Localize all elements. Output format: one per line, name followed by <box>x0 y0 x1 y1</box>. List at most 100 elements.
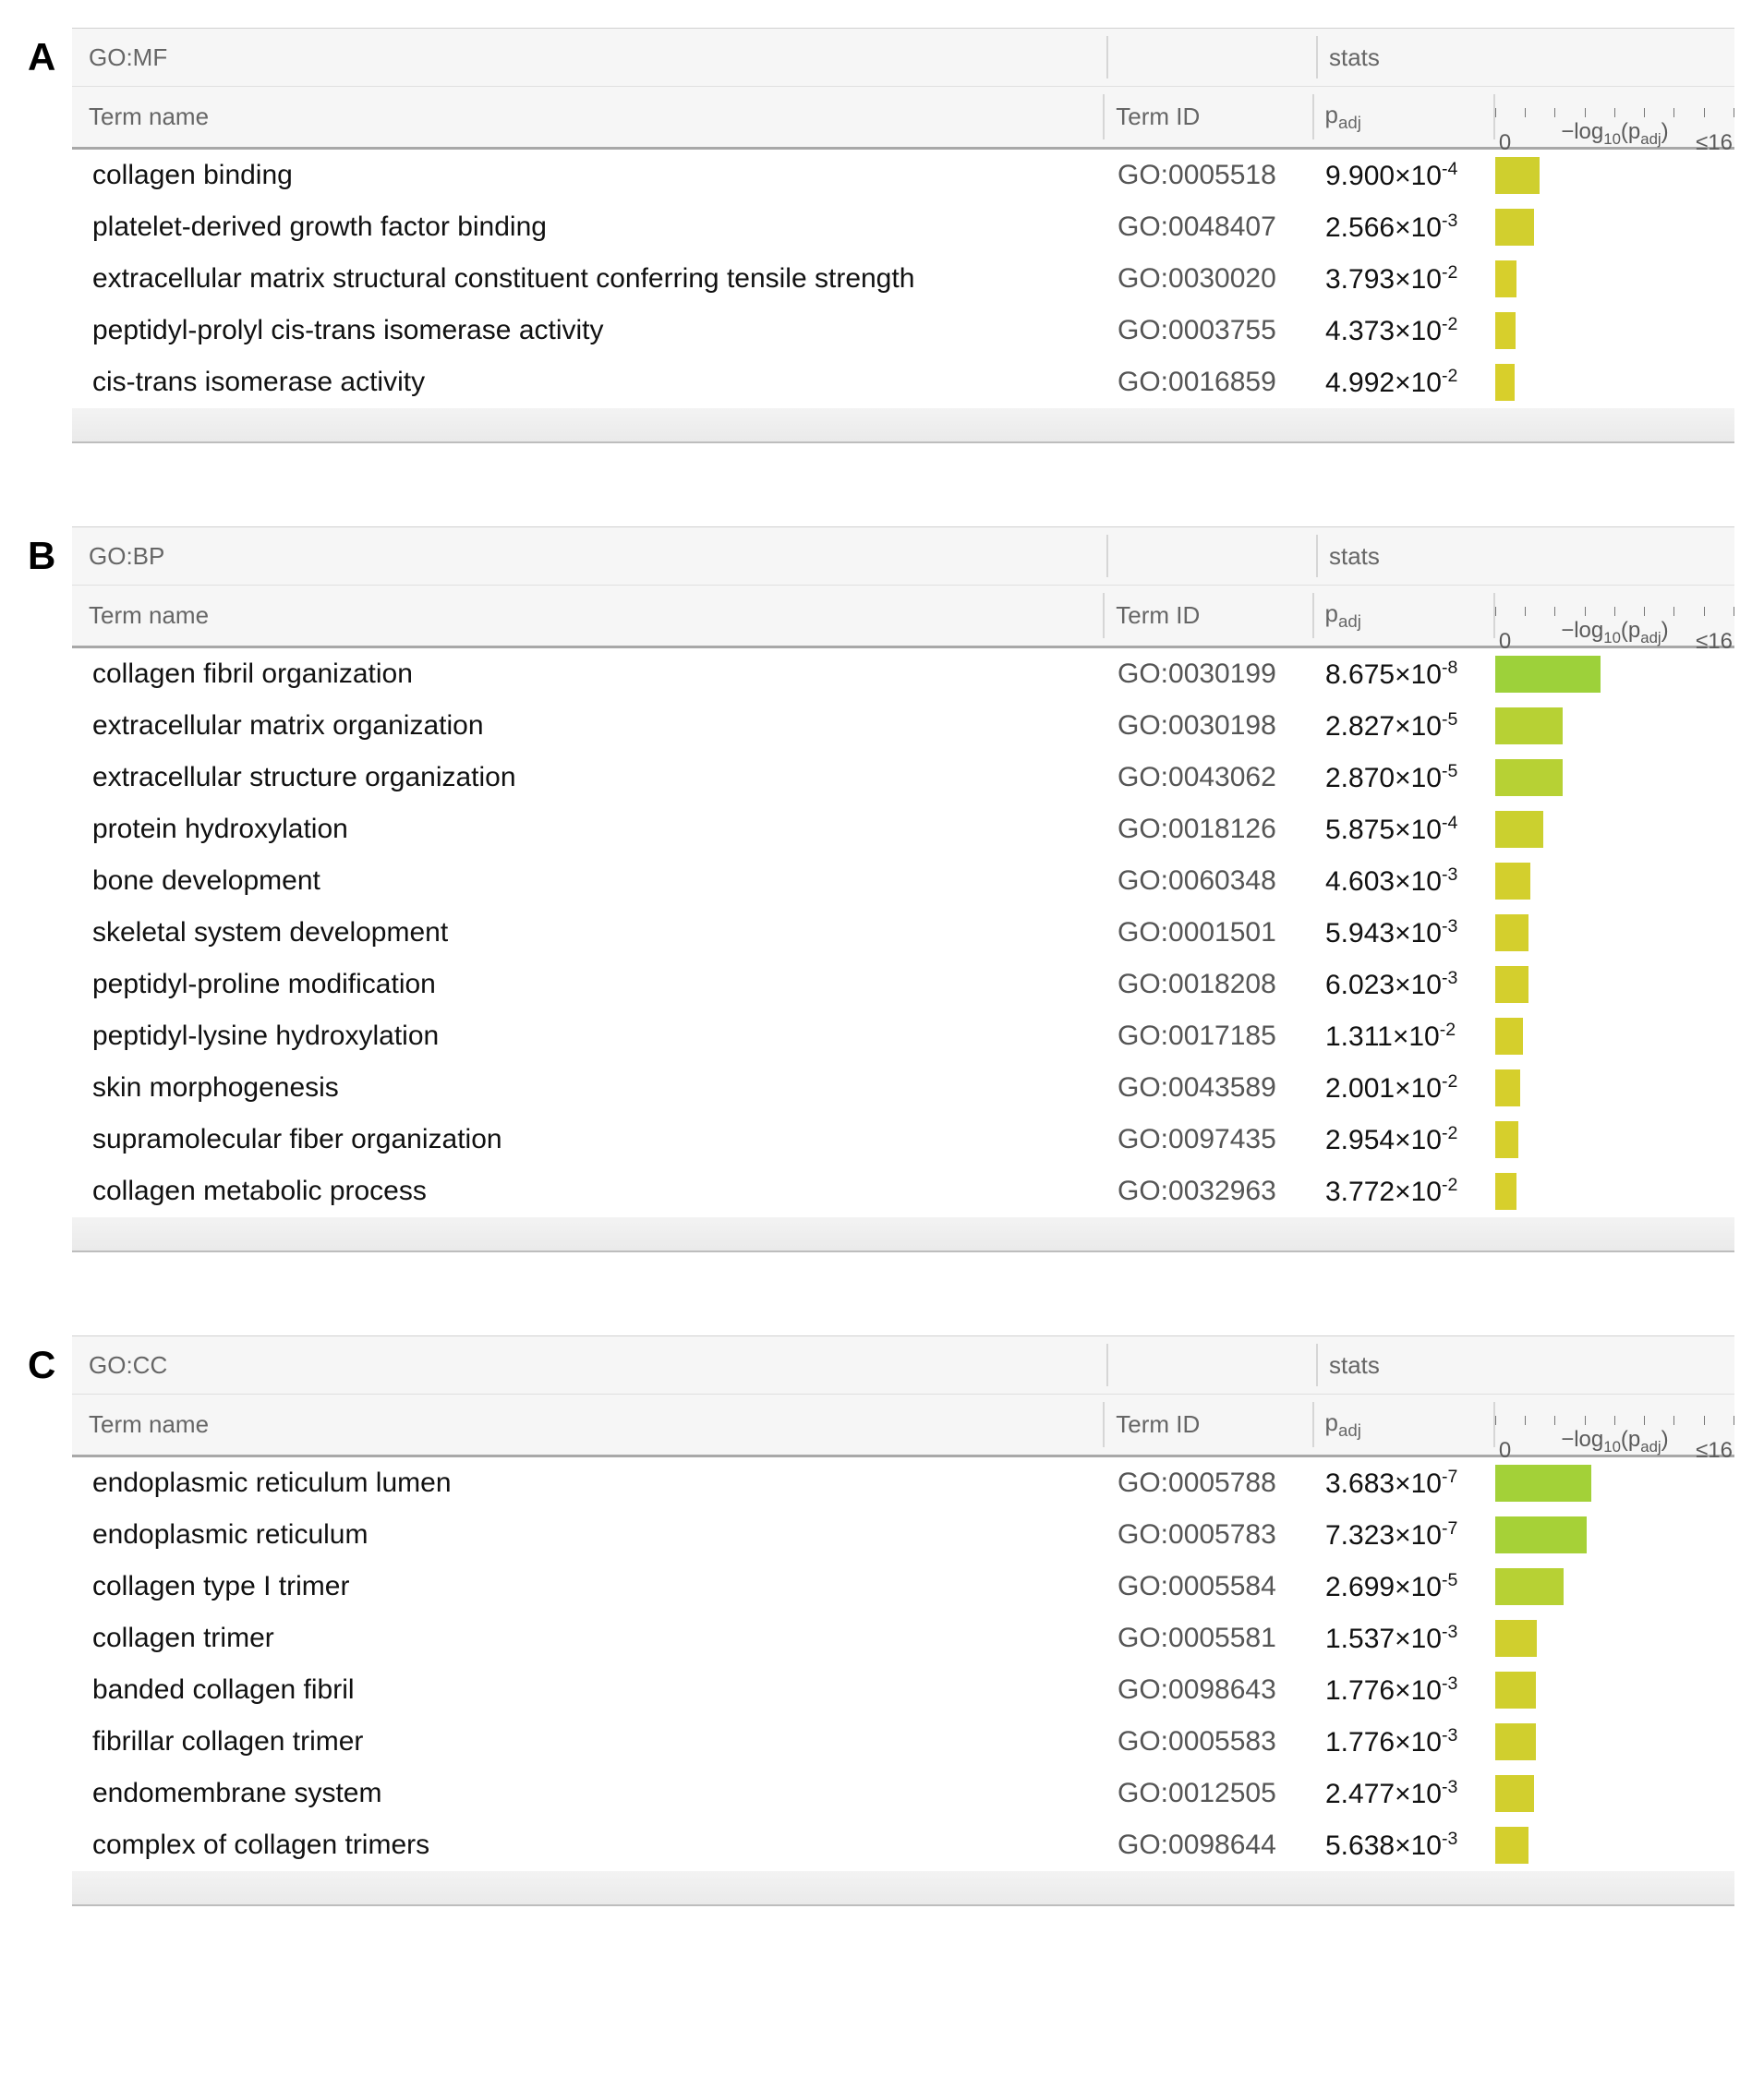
term-id: GO:0005583 <box>1106 1726 1314 1758</box>
bar-cell <box>1494 959 1734 1010</box>
term-name: extracellular matrix structural constitu… <box>72 263 1106 295</box>
col-header-term-id: Term ID <box>1105 1410 1311 1439</box>
padj-value: 3.683×10-7 <box>1314 1467 1494 1500</box>
panel-a: AGO:MFstatsTerm nameTerm IDpadj0−log10(p… <box>28 28 1736 443</box>
padj-value: 1.537×10-3 <box>1314 1622 1494 1655</box>
enrichment-bar <box>1495 656 1601 693</box>
padj-value: 6.023×10-3 <box>1314 968 1494 1001</box>
padj-value: 3.793×10-2 <box>1314 262 1494 296</box>
term-name: peptidyl-proline modification <box>72 969 1106 1000</box>
term-id: GO:0043589 <box>1106 1072 1314 1104</box>
col-header-term-name: Term name <box>72 103 1103 131</box>
enrichment-bar <box>1495 1775 1534 1812</box>
term-id: GO:0005518 <box>1106 160 1314 191</box>
term-name: collagen fibril organization <box>72 658 1106 690</box>
panel-label: B <box>28 526 72 578</box>
category-label: GO:CC <box>72 1351 1106 1380</box>
table-row: collagen bindingGO:00055189.900×10-4 <box>72 150 1734 201</box>
term-id: GO:0005584 <box>1106 1571 1314 1602</box>
bar-cell <box>1494 1768 1734 1819</box>
enrichment-bar <box>1495 312 1516 349</box>
table-row: banded collagen fibrilGO:00986431.776×10… <box>72 1664 1734 1716</box>
padj-value: 2.954×10-2 <box>1314 1123 1494 1156</box>
term-id: GO:0005783 <box>1106 1519 1314 1551</box>
bar-cell <box>1494 907 1734 959</box>
table-row: collagen type I trimerGO:00055842.699×10… <box>72 1561 1734 1613</box>
term-name: extracellular structure organization <box>72 762 1106 793</box>
table-row: peptidyl-prolyl cis-trans isomerase acti… <box>72 305 1734 356</box>
table-row: fibrillar collagen trimerGO:00055831.776… <box>72 1716 1734 1768</box>
table-row: collagen trimerGO:00055811.537×10-3 <box>72 1613 1734 1664</box>
table-row: supramolecular fiber organizationGO:0097… <box>72 1114 1734 1166</box>
panel-b: BGO:BPstatsTerm nameTerm IDpadj0−log10(p… <box>28 526 1736 1252</box>
padj-value: 4.603×10-3 <box>1314 864 1494 898</box>
term-id: GO:0098644 <box>1106 1830 1314 1861</box>
table-row: peptidyl-proline modificationGO:00182086… <box>72 959 1734 1010</box>
bar-cell <box>1494 356 1734 408</box>
table-row: skeletal system developmentGO:00015015.9… <box>72 907 1734 959</box>
stats-label: stats <box>1318 542 1380 571</box>
padj-value: 2.566×10-3 <box>1314 211 1494 244</box>
divider <box>1106 1344 1108 1386</box>
divider <box>1106 36 1108 79</box>
enrichment-bar <box>1495 157 1540 194</box>
col-header-term-id: Term ID <box>1105 103 1311 131</box>
padj-value: 1.776×10-3 <box>1314 1673 1494 1707</box>
bar-cell <box>1494 1613 1734 1664</box>
enrichment-bar <box>1495 707 1563 744</box>
enrichment-bar <box>1495 209 1534 246</box>
bar-cell <box>1494 1819 1734 1871</box>
padj-value: 2.870×10-5 <box>1314 761 1494 794</box>
bar-cell <box>1494 700 1734 752</box>
enrichment-bar <box>1495 260 1516 297</box>
bar-cell <box>1494 648 1734 700</box>
enrichment-bar <box>1495 1620 1537 1657</box>
axis-ticks <box>1495 108 1734 117</box>
padj-value: 2.001×10-2 <box>1314 1071 1494 1105</box>
enrichment-bar <box>1495 1672 1536 1709</box>
term-name: fibrillar collagen trimer <box>72 1726 1106 1758</box>
term-name: platelet-derived growth factor binding <box>72 211 1106 243</box>
padj-value: 1.776×10-3 <box>1314 1725 1494 1758</box>
panel-c: CGO:CCstatsTerm nameTerm IDpadj0−log10(p… <box>28 1335 1736 1906</box>
padj-value: 5.638×10-3 <box>1314 1829 1494 1862</box>
table-row: extracellular matrix structural constitu… <box>72 253 1734 305</box>
enrichment-bar <box>1495 914 1528 951</box>
enrichment-table: GO:MFstatsTerm nameTerm IDpadj0−log10(pa… <box>72 28 1734 443</box>
enrichment-bar <box>1495 1568 1564 1605</box>
col-header-term-name: Term name <box>72 1410 1103 1439</box>
term-id: GO:0005581 <box>1106 1623 1314 1654</box>
padj-value: 2.827×10-5 <box>1314 709 1494 743</box>
enrichment-bar <box>1495 1827 1528 1864</box>
term-id: GO:0030198 <box>1106 710 1314 742</box>
table-row: peptidyl-lysine hydroxylationGO:00171851… <box>72 1010 1734 1062</box>
table-row: extracellular structure organizationGO:0… <box>72 752 1734 803</box>
padj-value: 3.772×10-2 <box>1314 1175 1494 1208</box>
enrichment-bar <box>1495 1465 1591 1502</box>
term-name: endoplasmic reticulum <box>72 1519 1106 1551</box>
term-name: protein hydroxylation <box>72 814 1106 845</box>
enrichment-bar <box>1495 1121 1518 1158</box>
table-row: endoplasmic reticulumGO:00057837.323×10-… <box>72 1509 1734 1561</box>
term-id: GO:0097435 <box>1106 1124 1314 1155</box>
term-name: peptidyl-lysine hydroxylation <box>72 1021 1106 1052</box>
term-id: GO:0003755 <box>1106 315 1314 346</box>
term-name: supramolecular fiber organization <box>72 1124 1106 1155</box>
term-id: GO:0016859 <box>1106 367 1314 398</box>
category-row: GO:BPstats <box>72 526 1734 586</box>
term-name: bone development <box>72 865 1106 897</box>
term-name: endoplasmic reticulum lumen <box>72 1468 1106 1499</box>
term-id: GO:0018208 <box>1106 969 1314 1000</box>
bar-cell <box>1494 803 1734 855</box>
term-id: GO:0030199 <box>1106 658 1314 690</box>
bar-cell <box>1494 1062 1734 1114</box>
padj-value: 1.311×10-2 <box>1314 1020 1494 1053</box>
category-label: GO:MF <box>72 43 1106 72</box>
enrichment-bar <box>1495 759 1563 796</box>
divider <box>1106 535 1108 577</box>
bar-cell <box>1494 201 1734 253</box>
table-footer <box>72 408 1734 443</box>
header-row: Term nameTerm IDpadj0−log10(padj)≤16 <box>72 1395 1734 1457</box>
table-footer <box>72 1217 1734 1252</box>
table-row: collagen fibril organizationGO:00301998.… <box>72 648 1734 700</box>
